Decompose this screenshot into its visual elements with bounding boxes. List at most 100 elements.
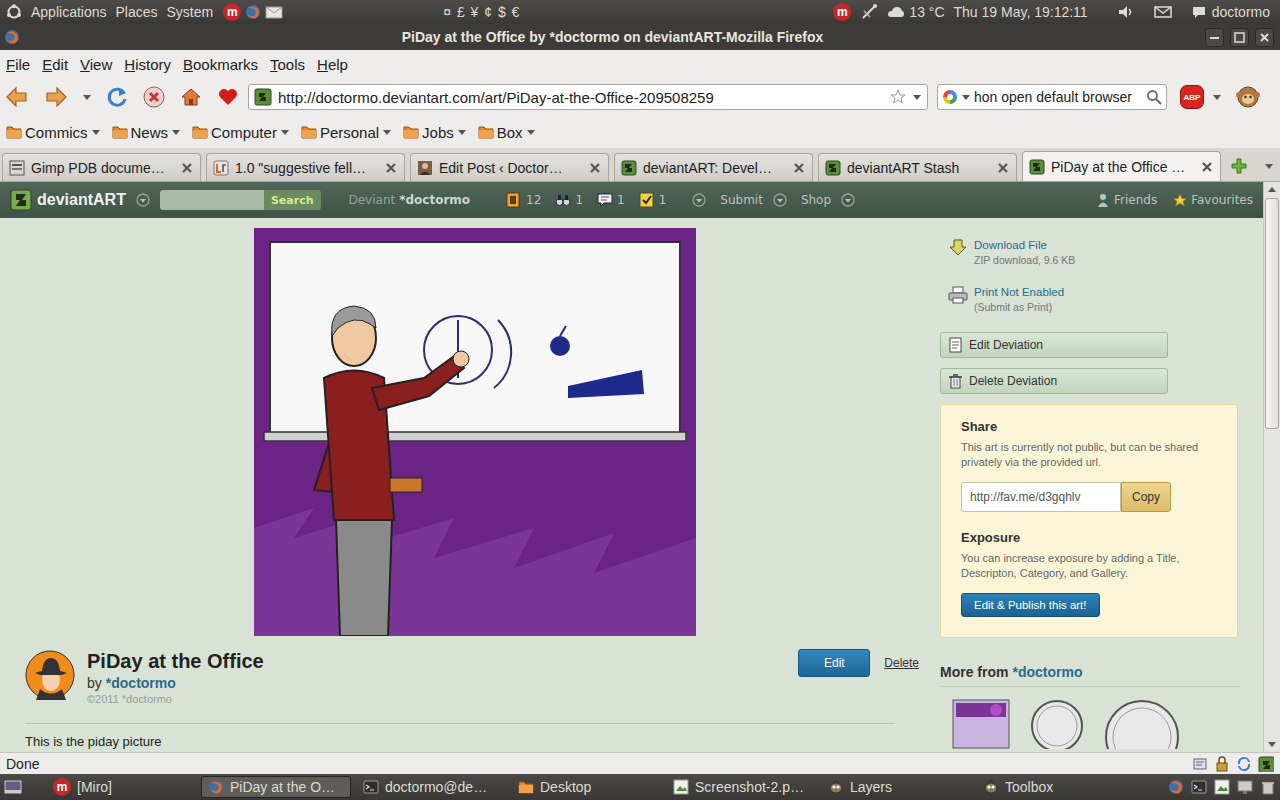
thumbnail-image-icon[interactable] <box>952 699 1010 749</box>
vertical-scrollbar[interactable] <box>1263 182 1280 752</box>
deviantart-status-icon[interactable] <box>1258 756 1274 772</box>
browser-tab[interactable]: deviantART Stash <box>818 153 1017 181</box>
bookmark-folder[interactable]: Computer <box>192 124 290 141</box>
site-menu[interactable]: Shop <box>801 193 831 207</box>
bookmark-label[interactable]: News <box>131 124 169 141</box>
header-link-label[interactable]: Friends <box>1114 193 1157 207</box>
header-link-label[interactable]: Favourites <box>1191 193 1253 207</box>
magnifier-icon[interactable] <box>1146 89 1162 105</box>
artist-link[interactable]: *doctormo <box>106 675 176 691</box>
menu-item[interactable]: View <box>74 54 118 75</box>
dropdown-circle-icon[interactable] <box>773 193 787 207</box>
envelope-icon[interactable] <box>1154 5 1172 19</box>
menu-item[interactable]: Bookmarks <box>177 54 264 75</box>
menu-item[interactable]: History <box>118 54 177 75</box>
taskbar-label[interactable]: Layers <box>850 779 892 795</box>
menu-item[interactable]: Help <box>311 54 354 75</box>
forward-arrow-icon[interactable] <box>43 84 69 110</box>
currency-indicator[interactable]: ¤ £ ¥ ¢ $ € <box>443 4 520 20</box>
close-icon[interactable] <box>1255 28 1274 47</box>
menu-item[interactable]: Tools <box>264 54 311 75</box>
taskbar-label[interactable]: PiDay at the O… <box>230 779 335 795</box>
tab-label[interactable]: 1.0 "suggestive fell… <box>235 160 378 176</box>
notification-counter[interactable]: 1 <box>639 192 667 208</box>
dropdown-circle-icon[interactable] <box>136 193 150 207</box>
scroll-up-icon[interactable] <box>1264 182 1280 198</box>
tab-close-icon[interactable] <box>384 161 398 175</box>
taskbar-label[interactable]: Toolbox <box>1005 779 1053 795</box>
ubuntu-logo-icon[interactable] <box>6 4 22 20</box>
bookmark-folder[interactable]: Box <box>478 124 536 141</box>
browser-tab[interactable]: 1.0 "suggestive fell… <box>206 153 405 181</box>
tab-label[interactable]: PiDay at the Office … <box>1051 159 1194 175</box>
button-label[interactable]: Delete Deviation <box>969 374 1057 388</box>
tab-close-icon[interactable] <box>996 161 1010 175</box>
tab-label[interactable]: Edit Post ‹ Doctor… <box>439 160 582 176</box>
menu-item[interactable]: Edit <box>36 54 74 75</box>
taskbar-button[interactable]: Desktop <box>511 776 661 798</box>
bookmark-label[interactable]: Commics <box>25 124 88 141</box>
tab-close-icon[interactable] <box>180 161 194 175</box>
edit-deviation-button[interactable]: Edit Deviation <box>940 332 1168 358</box>
home-icon[interactable] <box>179 85 203 109</box>
delete-deviation-button[interactable]: Delete Deviation <box>940 368 1168 394</box>
volume-icon[interactable] <box>1117 4 1135 20</box>
browser-tab[interactable]: Edit Post ‹ Doctor… <box>410 153 609 181</box>
notification-counter[interactable]: 12 <box>506 192 541 208</box>
header-link[interactable]: Favourites <box>1173 193 1253 207</box>
image-viewer-icon[interactable] <box>1214 779 1230 795</box>
panel-menu[interactable]: System <box>167 4 214 20</box>
tab-close-icon[interactable] <box>588 161 602 175</box>
weather[interactable]: 13 °C <box>887 4 944 20</box>
notification-counter[interactable]: 1 <box>555 192 583 208</box>
browser-tab[interactable]: Gimp PDB docume… <box>2 153 201 181</box>
site-logo-text[interactable]: deviantART <box>37 191 126 209</box>
site-search-input[interactable] <box>160 190 264 210</box>
publish-button[interactable]: Edit & Publish this art! <box>961 593 1100 617</box>
dropdown-circle-icon[interactable] <box>692 193 706 207</box>
site-menu[interactable]: Submit <box>720 193 763 207</box>
panel-menu[interactable]: Applications <box>31 4 107 20</box>
header-link[interactable]: Friends <box>1096 193 1157 207</box>
taskbar-label[interactable]: [Miro] <box>77 779 112 795</box>
adblock-icon[interactable]: ABP <box>1180 85 1204 109</box>
tab-close-icon[interactable] <box>1200 160 1214 174</box>
browser-tab[interactable]: PiDay at the Office … <box>1022 151 1221 181</box>
browser-tab[interactable]: deviantART: Devel… <box>614 153 813 181</box>
bookmark-folder[interactable]: Jobs <box>403 124 467 141</box>
network-icon[interactable] <box>860 3 878 21</box>
notification-counter[interactable]: 1 <box>597 192 625 208</box>
download-action[interactable]: Download FileZIP download, 9.6 KB <box>948 238 1240 267</box>
share-url-field[interactable]: http://fav.me/d3gqhlv <box>961 482 1121 512</box>
url-text[interactable]: http://doctormo.deviantart.com/art/PiDay… <box>278 89 714 106</box>
deviant-name[interactable]: *doctormo <box>399 193 470 207</box>
url-field[interactable]: http://doctormo.deviantart.com/art/PiDay… <box>248 84 928 110</box>
bookmark-label[interactable]: Personal <box>320 124 379 141</box>
back-arrow-icon[interactable] <box>4 84 30 110</box>
taskbar-button[interactable]: doctormo@de… <box>356 776 506 798</box>
user-menu[interactable]: doctormo <box>1191 4 1270 20</box>
new-tab-plus-icon[interactable] <box>1230 157 1248 175</box>
search-field[interactable]: hon open default browser <box>937 84 1167 110</box>
google-icon[interactable] <box>942 89 958 105</box>
panel-menu[interactable]: Places <box>116 4 158 20</box>
scroll-track[interactable] <box>1264 198 1280 736</box>
reload-icon[interactable] <box>105 85 129 109</box>
copy-button[interactable]: Copy <box>1121 482 1171 512</box>
tab-list-dropdown-icon[interactable] <box>1264 161 1274 171</box>
bookmark-label[interactable]: Jobs <box>422 124 454 141</box>
history-dropdown-icon[interactable] <box>82 92 92 102</box>
trash-icon[interactable] <box>1260 779 1276 795</box>
miro-icon[interactable]: m <box>223 3 241 21</box>
taskbar-button[interactable]: Screenshot-2.p… <box>666 776 816 798</box>
greasemonkey-icon[interactable] <box>1236 85 1260 109</box>
tab-label[interactable]: deviantART Stash <box>847 160 990 176</box>
scroll-down-icon[interactable] <box>1264 736 1280 752</box>
tab-close-icon[interactable] <box>792 161 806 175</box>
more-from-artist[interactable]: *doctormo <box>1012 664 1082 680</box>
button-label[interactable]: Edit Deviation <box>969 338 1043 352</box>
heart-icon[interactable] <box>216 85 240 109</box>
taskbar-button[interactable]: m[Miro] <box>46 776 196 798</box>
bookmark-star-icon[interactable] <box>890 89 906 105</box>
taskbar-label[interactable]: doctormo@de… <box>385 779 487 795</box>
